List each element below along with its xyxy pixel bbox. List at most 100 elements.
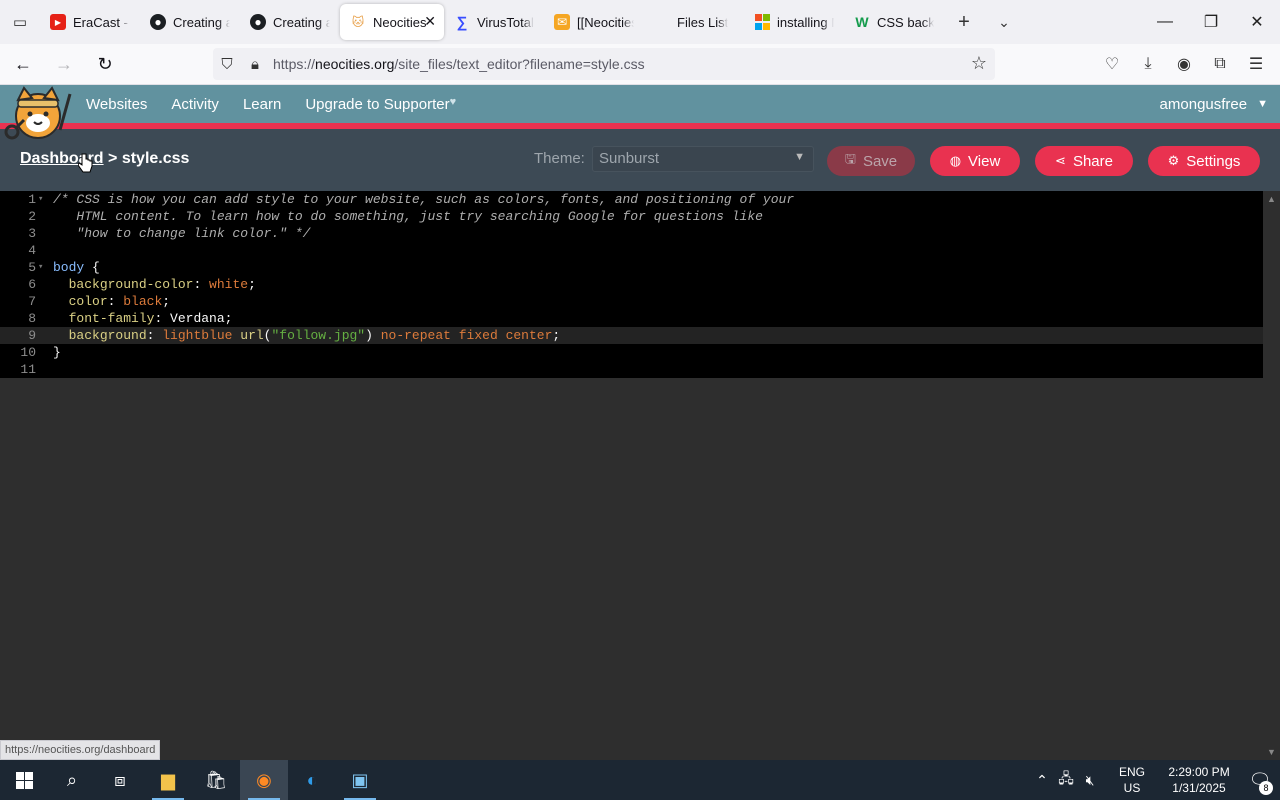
- chevron-up-icon[interactable]: ⌃: [1030, 772, 1054, 789]
- tab-virustotal[interactable]: ∑ VirusTotal - I: [444, 4, 544, 40]
- notification-count-badge: 8: [1259, 780, 1273, 795]
- url-bar[interactable]: ⛉ 🔒︎ https://neocities.org/site_files/te…: [213, 48, 995, 80]
- url-text: https://neocities.org/site_files/text_ed…: [273, 56, 645, 72]
- view-button[interactable]: ◍ View: [930, 146, 1020, 176]
- code-text: background: lightblue url("follow.jpg") …: [68, 328, 561, 343]
- tracking-shield-icon[interactable]: ⛉: [213, 56, 241, 73]
- chevron-down-icon: ▼: [794, 151, 805, 163]
- code-line[interactable]: 7 color: black;: [0, 293, 1263, 310]
- extensions-icon[interactable]: ⧉: [1202, 48, 1238, 80]
- code-line[interactable]: 1 ▾/* CSS is how you can add style to you…: [0, 191, 1263, 208]
- tab-github-1[interactable]: ● Creating a G: [140, 4, 240, 40]
- nav-upgrade-label: Upgrade to Supporter: [305, 95, 450, 113]
- tab-mail[interactable]: ✉ [[Neocities]: [544, 4, 644, 40]
- nav-websites[interactable]: Websites: [86, 96, 147, 113]
- task-view-icon[interactable]: ⧈: [96, 760, 144, 800]
- minimize-icon[interactable]: —: [1142, 0, 1188, 44]
- volume-muted-icon[interactable]: 🔇︎: [1078, 772, 1102, 789]
- code-line[interactable]: 2 HTML content. To learn how to do somet…: [0, 208, 1263, 225]
- hamburger-menu-icon[interactable]: ☰: [1238, 48, 1274, 80]
- nav-upgrade[interactable]: Upgrade to Supporter♥: [305, 96, 456, 113]
- status-bar-url: https://neocities.org/dashboard: [0, 740, 161, 760]
- account-icon[interactable]: ◉: [1166, 48, 1202, 80]
- back-arrow-icon[interactable]: ←: [5, 48, 41, 80]
- tab-microsoft[interactable]: installing Mi: [744, 4, 844, 40]
- code-line[interactable]: 8 font-family: Verdana;: [0, 310, 1263, 327]
- line-number: 7: [28, 294, 36, 309]
- file-explorer-icon[interactable]: ▆: [144, 760, 192, 800]
- editor-toolbar: Dashboard > style.css Theme: Sunburst ▼ …: [0, 129, 1280, 191]
- pocket-icon[interactable]: ♡: [1094, 48, 1130, 80]
- windows-start-icon[interactable]: [0, 760, 48, 800]
- line-number: 10: [20, 345, 36, 360]
- code-line[interactable]: 4: [0, 242, 1263, 259]
- fold-arrow-icon[interactable]: ▾: [38, 191, 50, 208]
- edge-icon[interactable]: ◐: [288, 760, 336, 800]
- clock[interactable]: 2:29:00 PM 1/31/2025: [1158, 764, 1240, 796]
- url-path: /site_files/text_editor?filename=style.c…: [394, 56, 645, 72]
- reload-icon[interactable]: ↻: [87, 48, 123, 80]
- code-editor[interactable]: 1 ▾/* CSS is how you can add style to you…: [0, 191, 1280, 760]
- theme-label: Theme:: [534, 150, 585, 167]
- close-tab-icon[interactable]: ✕: [424, 13, 436, 30]
- code-text: body {: [53, 260, 100, 275]
- code-line[interactable]: 6 background-color: white;: [0, 276, 1263, 293]
- nav-learn[interactable]: Learn: [243, 96, 281, 113]
- settings-button[interactable]: ⚙ Settings: [1148, 146, 1260, 176]
- scroll-down-icon[interactable]: ▼: [1267, 747, 1276, 757]
- fold-arrow-icon[interactable]: ▾: [38, 259, 50, 276]
- code-line[interactable]: 11: [0, 361, 1263, 378]
- chevron-down-icon[interactable]: ⌄: [984, 0, 1024, 44]
- code-line[interactable]: 9 background: lightblue url("follow.jpg"…: [0, 327, 1263, 344]
- save-button[interactable]: 🖫 Save: [827, 146, 915, 176]
- network-icon[interactable]: 🖧: [1054, 768, 1078, 792]
- language-bottom: US: [1123, 781, 1141, 795]
- tab-label: Creating a G: [173, 14, 230, 30]
- language-indicator[interactable]: ENG US: [1112, 764, 1152, 796]
- clock-time: 2:29:00 PM: [1168, 765, 1230, 779]
- notifications-icon[interactable]: 🗨︎ 8: [1240, 770, 1280, 795]
- tab-neocities[interactable]: 🐱 Neocities ✕: [340, 4, 444, 40]
- firefox-icon[interactable]: ◉: [240, 760, 288, 800]
- code-line[interactable]: 10}: [0, 344, 1263, 361]
- line-number: 5: [28, 260, 36, 275]
- tab-files-list[interactable]: Files List: [644, 4, 744, 40]
- neocities-cat-logo[interactable]: [2, 86, 74, 142]
- forward-arrow-icon[interactable]: →: [46, 48, 82, 80]
- theme-select-value: Sunburst: [599, 150, 660, 167]
- tab-github-2[interactable]: ● Creating a G: [240, 4, 340, 40]
- tab-label: EraCast - Fu: [73, 14, 130, 30]
- line-number: 8: [28, 311, 36, 326]
- code-line[interactable]: 3 "how to change link color." */: [0, 225, 1263, 242]
- restore-icon[interactable]: ❐: [1188, 0, 1234, 44]
- code-line[interactable]: 5 ▾ body {: [0, 259, 1263, 276]
- user-menu[interactable]: amongusfree ▼: [1160, 85, 1268, 123]
- theme-select[interactable]: Sunburst ▼: [592, 146, 814, 172]
- tab-label: [[Neocities]: [577, 14, 634, 30]
- nav-activity[interactable]: Activity: [171, 96, 219, 113]
- vertical-scrollbar[interactable]: ▲ ▼: [1263, 191, 1280, 760]
- blank-page-icon: [654, 14, 670, 30]
- github-icon: ●: [150, 14, 166, 30]
- scroll-up-icon[interactable]: ▲: [1267, 194, 1276, 204]
- clock-date: 1/31/2025: [1172, 781, 1226, 795]
- share-button-label: Share: [1072, 152, 1113, 170]
- tab-list-icon[interactable]: ▭: [0, 0, 40, 44]
- installer-app-icon[interactable]: ▣: [336, 760, 384, 800]
- download-icon[interactable]: ⤓: [1130, 48, 1166, 80]
- bookmark-star-icon[interactable]: ☆: [971, 53, 987, 74]
- lock-icon[interactable]: 🔒︎: [241, 56, 269, 73]
- line-number: 6: [28, 277, 36, 292]
- tab-eracast[interactable]: ▶ EraCast - Fu: [40, 4, 140, 40]
- close-window-icon[interactable]: ✕: [1234, 0, 1280, 44]
- tab-w3schools[interactable]: W CSS backgro: [844, 4, 944, 40]
- search-icon[interactable]: ⌕: [48, 760, 96, 800]
- settings-button-label: Settings: [1186, 152, 1241, 170]
- store-icon[interactable]: 🛍︎: [192, 760, 240, 800]
- line-number: 4: [28, 243, 36, 258]
- new-tab-icon[interactable]: +: [944, 0, 984, 44]
- share-button[interactable]: ⋖ Share: [1035, 146, 1133, 176]
- heart-icon: ♥: [449, 95, 457, 108]
- breadcrumb: Dashboard > style.css: [20, 150, 189, 168]
- code-area[interactable]: 1 ▾/* CSS is how you can add style to you…: [0, 191, 1263, 378]
